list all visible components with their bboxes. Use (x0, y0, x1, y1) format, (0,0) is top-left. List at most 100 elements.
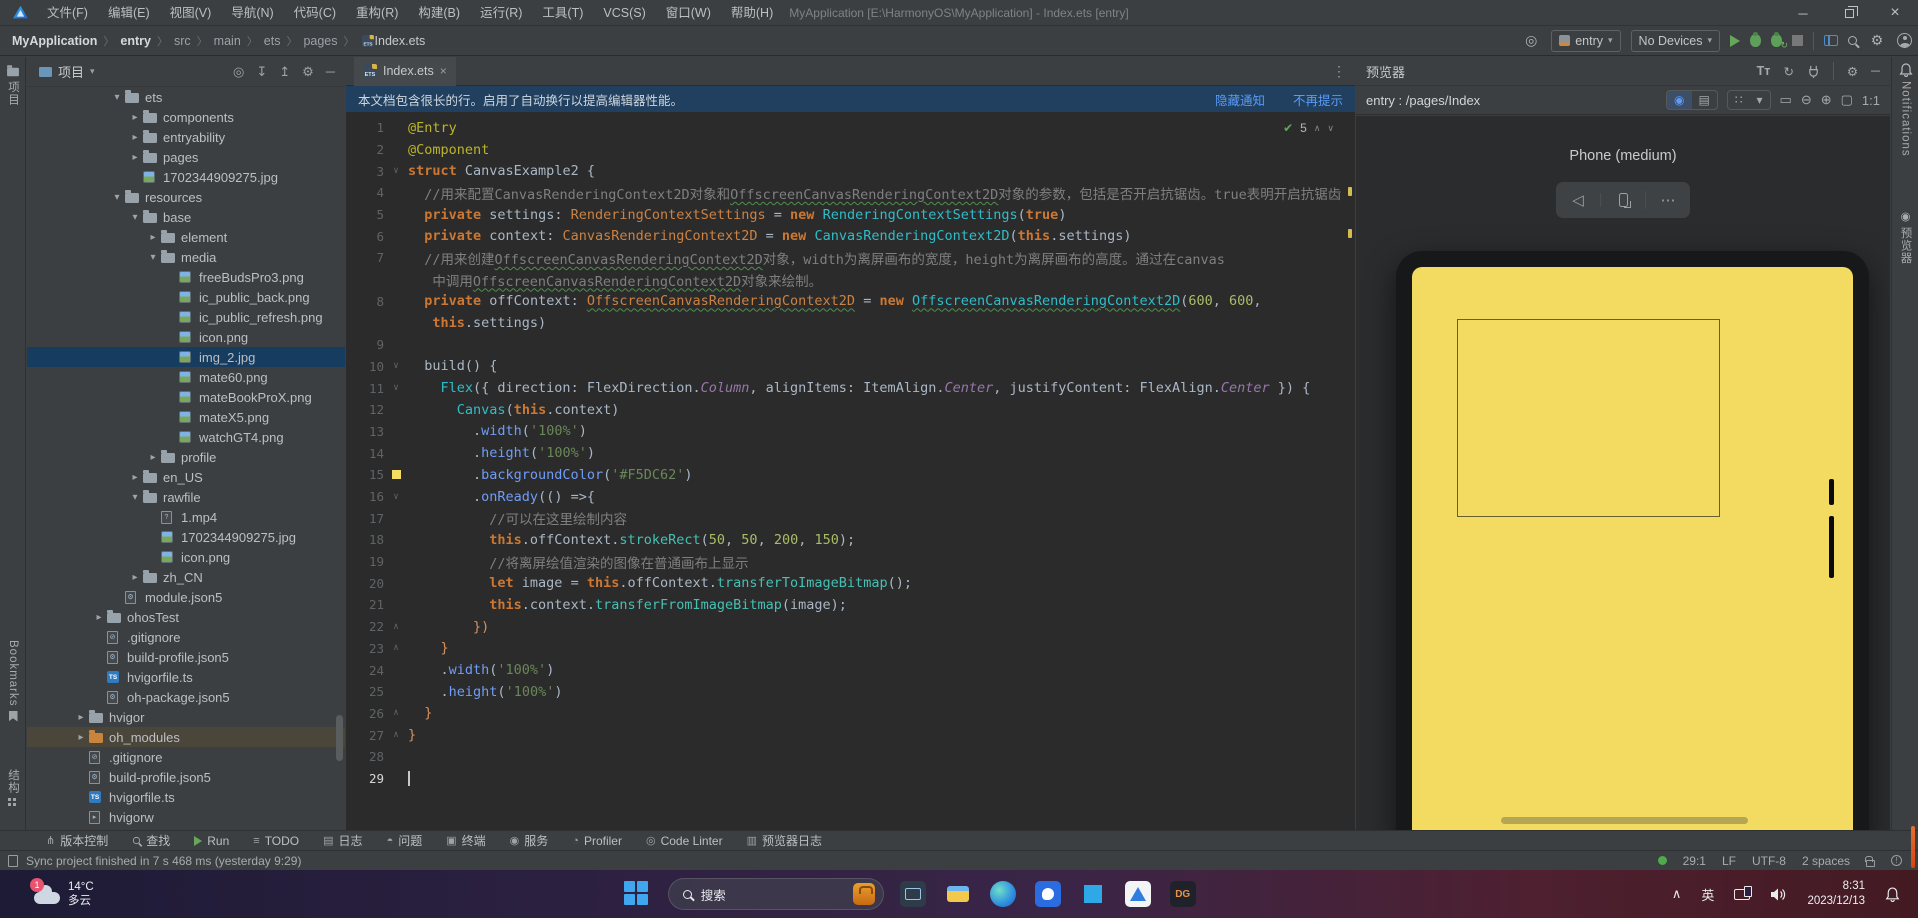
close-button[interactable]: × (1872, 0, 1918, 26)
app-file-explorer[interactable] (945, 881, 971, 907)
toolbar-item-终端[interactable]: ▣ 终端 (446, 832, 485, 849)
rotate-device-button[interactable] (1600, 193, 1645, 208)
notification-bell-icon[interactable] (1885, 886, 1900, 902)
menu-item[interactable]: 帮助(H) (721, 0, 783, 26)
tree-chevron-icon[interactable]: ▾ (145, 252, 161, 263)
tree-item[interactable]: mateX5.png (27, 407, 345, 427)
back-button[interactable]: ◁ (1556, 191, 1600, 209)
tree-item[interactable]: TS hvigorfile.ts (27, 787, 345, 807)
tree-item[interactable]: ▾ media (27, 247, 345, 267)
tree-item[interactable]: ▾ ets (27, 87, 345, 107)
breadcrumb-item[interactable]: ets (264, 34, 281, 48)
hide-panel-icon[interactable]: ─ (326, 64, 335, 79)
code-editor[interactable]: 1 @Entry 2 @Component 3 ∨ struct CanvasExample… (346, 112, 1355, 789)
menu-item[interactable]: 编辑(E) (98, 0, 160, 26)
toolbar-item-版本控制[interactable]: ⋔ 版本控制 (46, 832, 108, 849)
fold-marker-icon[interactable]: ∨ (384, 166, 408, 176)
menu-item[interactable]: 导航(N) (221, 0, 283, 26)
warning-stripe-mark[interactable] (1348, 187, 1352, 196)
start-button[interactable] (623, 881, 650, 907)
tree-item[interactable]: img_2.jpg (27, 347, 345, 367)
toolbar-item-profiler[interactable]: ◔ Profiler (572, 834, 622, 848)
previewer-settings-gear-icon[interactable]: ⚙ (1847, 64, 1858, 79)
zoom-out-icon[interactable]: ⊖ (1801, 92, 1812, 108)
tree-chevron-icon[interactable]: ▾ (109, 92, 125, 103)
toolbar-item-run[interactable]: Run (194, 834, 229, 848)
refresh-icon[interactable]: ↻ (1783, 64, 1793, 79)
tree-item[interactable]: ⚙ build-profile.json5 (27, 767, 345, 787)
tab-options-kebab-icon[interactable]: ⋮ (1332, 63, 1347, 80)
tree-chevron-icon[interactable]: ▸ (127, 132, 143, 143)
hide-previewer-icon[interactable]: ─ (1871, 64, 1880, 78)
tree-item[interactable]: freeBudsPro3.png (27, 267, 345, 287)
tree-item[interactable]: icon.png (27, 547, 345, 567)
breadcrumb-item[interactable]: src (174, 34, 191, 48)
tree-item[interactable]: mateBookProX.png (27, 387, 345, 407)
taskbar-search[interactable]: 搜索 (667, 878, 884, 910)
minimize-button[interactable]: ─ (1780, 0, 1826, 26)
maximize-button[interactable] (1826, 0, 1872, 26)
tree-item[interactable]: 1702344909275.jpg (27, 527, 345, 547)
tree-item[interactable]: ▸ element (27, 227, 345, 247)
tree-chevron-icon[interactable]: ▾ (127, 492, 143, 503)
locate-icon[interactable]: ◎ (1521, 32, 1541, 49)
weather-widget[interactable]: 1 14°C 多云 (0, 878, 94, 909)
debug-button[interactable] (1750, 32, 1761, 47)
app-edge-browser[interactable] (989, 881, 1016, 907)
device-selector[interactable]: No Devices ▾ (1630, 29, 1720, 52)
toolbar-item-todo[interactable]: ≡ TODO (253, 834, 299, 848)
menu-item[interactable]: 窗口(W) (656, 0, 721, 26)
tree-chevron-icon[interactable]: ▸ (145, 452, 161, 463)
panel-settings-gear-icon[interactable]: ⚙ (302, 64, 314, 80)
zoom-ratio-label[interactable]: 1:1 (1862, 93, 1880, 108)
zoom-in-icon[interactable]: ⊕ (1821, 92, 1832, 108)
tree-item[interactable]: ▸ entryability (27, 127, 345, 147)
plug-icon[interactable] (1807, 65, 1820, 78)
settings-gear-icon[interactable]: ⚙ (1867, 32, 1887, 49)
tree-item[interactable]: ▾ base (27, 207, 345, 227)
toolbar-item-服务[interactable]: ◉ 服务 (510, 832, 549, 849)
tree-item[interactable]: ▸ ohosTest (27, 607, 345, 627)
dont-show-again-link[interactable]: 不再提示 (1293, 90, 1343, 109)
tree-item[interactable]: mate60.png (27, 367, 345, 387)
tree-item[interactable]: TS hvigorfile.ts (27, 667, 345, 687)
sidebar-item-previewer[interactable]: ◉ 预览器 (1892, 209, 1918, 265)
tree-item[interactable]: ▸ profile (27, 447, 345, 467)
tree-chevron-icon[interactable]: ▸ (73, 712, 89, 723)
fold-marker-icon[interactable]: ∨ (384, 383, 408, 393)
chevron-down-icon[interactable]: ▾ (90, 66, 95, 77)
run-button[interactable] (1730, 34, 1740, 47)
tree-item[interactable]: ▸ pages (27, 147, 345, 167)
chevron-down-icon[interactable]: ▾ (1749, 91, 1769, 109)
breadcrumb-item[interactable]: Index.ets (375, 34, 426, 48)
hide-notification-link[interactable]: 隐藏通知 (1215, 90, 1265, 109)
fold-marker-icon[interactable]: ∧ (384, 730, 408, 740)
tab-index-ets[interactable]: ETS Index.ets × (354, 57, 456, 86)
tree-chevron-icon[interactable]: ▸ (127, 112, 143, 123)
tree-item[interactable]: ▸ hvigorw (27, 807, 345, 827)
tree-item[interactable]: ▸ oh_modules (27, 727, 345, 747)
tree-item[interactable]: ic_public_refresh.png (27, 307, 345, 327)
tree-item[interactable]: ic_public_back.png (27, 287, 345, 307)
menu-item[interactable]: 运行(R) (470, 0, 532, 26)
tree-item[interactable]: ? 1.mp4 (27, 507, 345, 527)
grid-icon[interactable]: ∷ (1728, 91, 1750, 109)
menu-item[interactable]: 构建(B) (408, 0, 470, 26)
project-panel-title[interactable]: 项目 (58, 62, 84, 81)
tree-chevron-icon[interactable]: ▸ (91, 612, 107, 623)
debug-attach-button[interactable] (1771, 32, 1788, 51)
stop-button[interactable] (1792, 35, 1803, 46)
menu-item[interactable]: 工具(T) (532, 0, 593, 26)
orientation-icon[interactable]: ▭ (1780, 92, 1792, 108)
speaker-icon[interactable] (1770, 887, 1787, 902)
tree-item[interactable]: ▸ components (27, 107, 345, 127)
toolbar-item-预览器日志[interactable]: ▥ 预览器日志 (747, 832, 822, 849)
line-ending[interactable]: LF (1722, 854, 1736, 868)
phone-screen-canvas[interactable] (1412, 267, 1853, 830)
breadcrumb-item[interactable]: entry (120, 34, 151, 48)
inspections-widget[interactable]: ✔ 5 ∧ ∨ (1276, 119, 1341, 137)
next-issue-icon[interactable]: ∨ (1327, 123, 1334, 134)
menu-item[interactable]: VCS(S) (593, 0, 655, 26)
file-encoding[interactable]: UTF-8 (1752, 854, 1786, 868)
fold-marker-icon[interactable]: ∧ (384, 643, 408, 653)
